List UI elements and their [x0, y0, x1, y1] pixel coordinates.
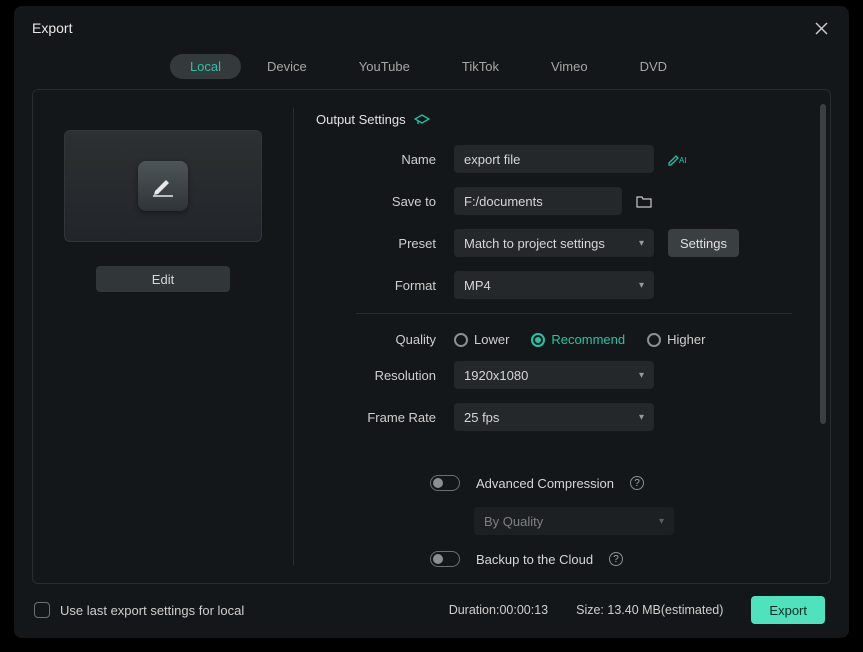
- resolution-value: 1920x1080: [464, 368, 528, 383]
- compression-mode-value: By Quality: [484, 514, 543, 529]
- chevron-down-icon: ▾: [639, 412, 644, 423]
- quality-lower-label: Lower: [474, 332, 509, 347]
- name-input[interactable]: [454, 145, 654, 173]
- tab-youtube[interactable]: YouTube: [339, 54, 430, 79]
- scrollbar-thumb[interactable]: [820, 104, 826, 424]
- quality-higher-radio[interactable]: Higher: [647, 332, 705, 347]
- folder-icon: [636, 195, 652, 208]
- export-button[interactable]: Export: [751, 596, 825, 624]
- backup-cloud-label: Backup to the Cloud: [476, 552, 593, 567]
- framerate-select[interactable]: 25 fps ▾: [454, 403, 654, 431]
- titlebar: Export: [14, 6, 849, 48]
- preset-label: Preset: [316, 236, 454, 251]
- duration-info: Duration:00:00:13: [449, 603, 548, 617]
- ai-name-button[interactable]: AI: [668, 152, 688, 166]
- chevron-down-icon: ▾: [639, 280, 644, 291]
- format-value: MP4: [464, 278, 491, 293]
- tab-dvd[interactable]: DVD: [620, 54, 687, 79]
- tab-tiktok[interactable]: TikTok: [442, 54, 519, 79]
- radio-icon: [647, 333, 661, 347]
- chevron-down-icon: ▾: [639, 238, 644, 249]
- ai-pencil-icon: AI: [668, 152, 688, 166]
- use-last-settings-label: Use last export settings for local: [60, 603, 244, 618]
- chevron-down-icon: ▾: [639, 370, 644, 381]
- resolution-select[interactable]: 1920x1080 ▾: [454, 361, 654, 389]
- format-select[interactable]: MP4 ▾: [454, 271, 654, 299]
- graduation-cap-icon[interactable]: [414, 114, 430, 126]
- radio-icon: [454, 333, 468, 347]
- content: Edit Output Settings Name AI Save to: [32, 89, 831, 584]
- edit-pencil-tile-icon: [138, 161, 188, 211]
- name-label: Name: [316, 152, 454, 167]
- quality-lower-radio[interactable]: Lower: [454, 332, 509, 347]
- row-compression-mode: By Quality ▾: [336, 507, 792, 535]
- row-backup-cloud: Backup to the Cloud ?: [430, 551, 792, 567]
- row-name: Name AI: [316, 145, 792, 173]
- row-framerate: Frame Rate 25 fps ▾: [316, 403, 792, 431]
- scrollbar[interactable]: [820, 104, 826, 554]
- tab-device[interactable]: Device: [247, 54, 327, 79]
- help-icon[interactable]: ?: [630, 476, 644, 490]
- size-value: 13.40 MB(estimated): [607, 603, 723, 617]
- edit-button[interactable]: Edit: [96, 266, 230, 292]
- advanced-compression-toggle[interactable]: [430, 475, 460, 491]
- row-quality: Quality Lower Recommend Higher: [316, 332, 792, 347]
- quality-recommend-label: Recommend: [551, 332, 625, 347]
- output-settings-label: Output Settings: [316, 112, 406, 127]
- svg-text:AI: AI: [679, 156, 687, 165]
- advanced-compression-label: Advanced Compression: [476, 476, 614, 491]
- output-settings-header: Output Settings: [316, 112, 792, 127]
- chevron-down-icon: ▾: [659, 516, 664, 527]
- resolution-label: Resolution: [316, 368, 454, 383]
- browse-folder-button[interactable]: [636, 195, 652, 208]
- duration-label: Duration:: [449, 603, 500, 617]
- preset-select[interactable]: Match to project settings ▾: [454, 229, 654, 257]
- preview-pane: Edit: [33, 90, 293, 583]
- footer: Use last export settings for local Durat…: [14, 584, 849, 638]
- framerate-value: 25 fps: [464, 410, 499, 425]
- size-info: Size: 13.40 MB(estimated): [576, 603, 723, 617]
- use-last-settings-checkbox[interactable]: [34, 602, 50, 618]
- tab-local[interactable]: Local: [170, 54, 241, 79]
- compression-mode-select: By Quality ▾: [474, 507, 674, 535]
- quality-radios: Lower Recommend Higher: [454, 332, 705, 347]
- settings-pane: Output Settings Name AI Save to: [294, 90, 830, 583]
- backup-cloud-toggle[interactable]: [430, 551, 460, 567]
- row-resolution: Resolution 1920x1080 ▾: [316, 361, 792, 389]
- row-preset: Preset Match to project settings ▾ Setti…: [316, 229, 792, 257]
- quality-higher-label: Higher: [667, 332, 705, 347]
- quality-recommend-radio[interactable]: Recommend: [531, 332, 625, 347]
- saveto-label: Save to: [316, 194, 454, 209]
- format-label: Format: [316, 278, 454, 293]
- tab-vimeo[interactable]: Vimeo: [531, 54, 608, 79]
- framerate-label: Frame Rate: [316, 410, 454, 425]
- footer-left: Use last export settings for local: [34, 602, 439, 618]
- row-advanced-compression: Advanced Compression ?: [430, 475, 792, 491]
- saveto-input[interactable]: [454, 187, 622, 215]
- export-dialog: Export Local Device YouTube TikTok Vimeo…: [14, 6, 849, 638]
- help-icon[interactable]: ?: [609, 552, 623, 566]
- row-format: Format MP4 ▾: [316, 271, 792, 299]
- size-label: Size:: [576, 603, 604, 617]
- preset-settings-button[interactable]: Settings: [668, 229, 739, 257]
- row-saveto: Save to: [316, 187, 792, 215]
- dialog-title: Export: [32, 20, 72, 36]
- divider: [356, 313, 792, 314]
- duration-value: 00:00:13: [499, 603, 548, 617]
- radio-icon: [531, 333, 545, 347]
- export-tabs: Local Device YouTube TikTok Vimeo DVD: [14, 48, 849, 89]
- close-button[interactable]: [811, 18, 831, 38]
- preview-thumbnail[interactable]: [64, 130, 262, 242]
- preset-value: Match to project settings: [464, 236, 605, 251]
- quality-label: Quality: [316, 332, 454, 347]
- close-icon: [815, 22, 828, 35]
